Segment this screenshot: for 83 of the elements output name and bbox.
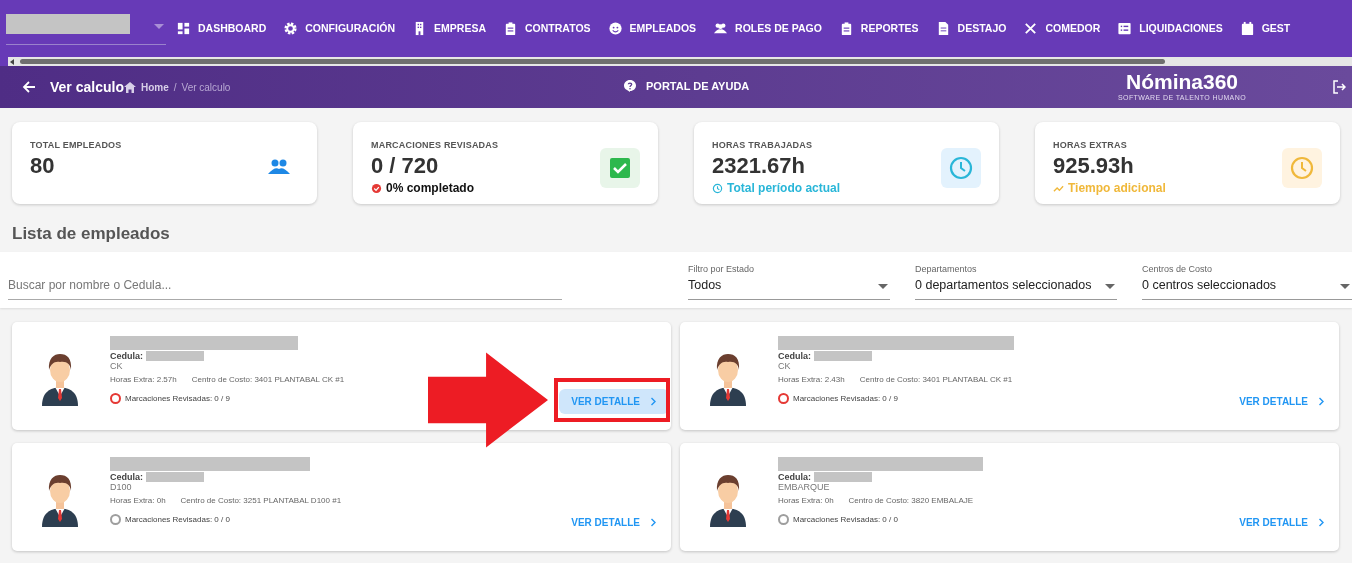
stat-label: MARCACIONES REVISADAS bbox=[371, 140, 499, 150]
overtime-text: Horas Extra: 0h bbox=[110, 496, 166, 505]
stat-label: TOTAL EMPLEADOS bbox=[30, 140, 122, 150]
breadcrumb-separator: / bbox=[173, 81, 177, 93]
help-icon bbox=[624, 80, 636, 92]
review-status-text: Marcaciones Revisadas: 0 / 9 bbox=[793, 394, 898, 403]
overtime-text: Horas Extra: 2.57h bbox=[110, 375, 177, 384]
review-status-text: Marcaciones Revisadas: 0 / 9 bbox=[125, 394, 230, 403]
nav-label: LIQUIDACIONES bbox=[1139, 22, 1223, 34]
filter-select[interactable]: Filtro por Estado Todos bbox=[688, 260, 890, 300]
filter-select[interactable]: Departamentos 0 departamentos seleccionados bbox=[915, 260, 1117, 300]
nav-label: EMPLEADOS bbox=[629, 22, 697, 34]
nav-label: CONFIGURACIÓN bbox=[305, 22, 396, 34]
nav-item[interactable]: DASHBOARD bbox=[176, 20, 267, 36]
nav-label: EMPRESA bbox=[434, 22, 487, 34]
stat-subtitle: Total período actual bbox=[727, 181, 841, 195]
department-text: EMBARQUE bbox=[778, 482, 831, 492]
chevron-right-icon bbox=[650, 518, 657, 527]
nav-label: ROLES DE PAGO bbox=[735, 22, 822, 34]
filter-select[interactable]: Centros de Costo 0 centros seleccionados bbox=[1142, 260, 1352, 300]
cross-icon bbox=[1023, 20, 1039, 36]
review-status-text: Marcaciones Revisadas: 0 / 0 bbox=[125, 515, 230, 524]
nav-item[interactable]: ROLES DE PAGO bbox=[713, 20, 822, 36]
nav-item[interactable]: CONTRATOS bbox=[503, 20, 591, 36]
calendar-icon bbox=[1239, 20, 1255, 36]
cedula-label: Cedula: bbox=[778, 472, 811, 482]
stat-label: HORAS EXTRAS bbox=[1053, 140, 1127, 150]
cost-center-text: Centro de Costo: 3251 PLANTABAL D100 #1 bbox=[180, 496, 342, 505]
nav-item[interactable]: CONFIGURACIÓN bbox=[283, 20, 396, 36]
clock-icon bbox=[1289, 155, 1315, 181]
nav-label: COMEDOR bbox=[1045, 22, 1101, 34]
gear-icon bbox=[283, 20, 299, 36]
stat-value: 80 bbox=[30, 153, 55, 179]
logout-icon[interactable] bbox=[1332, 80, 1346, 94]
nav-item[interactable]: EMPRESA bbox=[412, 20, 487, 36]
home-icon bbox=[123, 81, 136, 93]
checkbox-icon bbox=[607, 155, 633, 181]
breadcrumb-item: Ver calculo bbox=[181, 81, 231, 93]
cost-center-text: Centro de Costo: 3401 PLANTABAL CK #1 bbox=[859, 375, 1013, 384]
nav-item[interactable]: GEST bbox=[1239, 20, 1291, 36]
department-text: CK bbox=[778, 361, 792, 371]
stat-value: 2321.67h bbox=[712, 153, 805, 179]
nav-label: GEST bbox=[1261, 22, 1291, 34]
check-circle-icon bbox=[371, 182, 382, 194]
overtime-text: Horas Extra: 2.43h bbox=[778, 375, 845, 384]
list-icon bbox=[1117, 20, 1133, 36]
nav-label: REPORTES bbox=[860, 22, 919, 34]
overtime-text: Horas Extra: 0h bbox=[778, 496, 834, 505]
breadcrumb-item[interactable]: Home bbox=[140, 81, 169, 93]
nav-label: DESTAJO bbox=[957, 22, 1007, 34]
clock-icon bbox=[712, 182, 723, 194]
chevron-right-icon bbox=[1318, 397, 1325, 406]
chevron-right-icon bbox=[1318, 518, 1325, 527]
stat-label: HORAS TRABAJADAS bbox=[712, 140, 813, 150]
nav-item[interactable]: REPORTES bbox=[838, 20, 919, 36]
smiley-icon bbox=[607, 20, 623, 36]
company-select[interactable] bbox=[6, 11, 166, 45]
cedula-label: Cedula: bbox=[110, 351, 143, 361]
search-field[interactable]: Buscar por nombre o Cedula... bbox=[8, 271, 562, 300]
stat-subtitle: 0% completado bbox=[386, 181, 475, 195]
stat-subtitle: Tiempo adicional bbox=[1068, 181, 1166, 195]
dashboard-icon bbox=[176, 20, 191, 36]
cost-center-text: Centro de Costo: 3401 PLANTABAL CK #1 bbox=[191, 375, 345, 384]
review-status-text: Marcaciones Revisadas: 0 / 0 bbox=[793, 515, 898, 524]
nav-label: CONTRATOS bbox=[525, 22, 591, 34]
help-link[interactable]: PORTAL DE AYUDA bbox=[624, 80, 750, 92]
department-text: D100 bbox=[110, 482, 133, 492]
nav-item[interactable]: EMPLEADOS bbox=[607, 20, 697, 36]
chevron-right-icon bbox=[650, 397, 657, 406]
nav-item[interactable]: COMEDOR bbox=[1023, 20, 1101, 36]
nav-label: DASHBOARD bbox=[198, 22, 267, 34]
clock-icon bbox=[948, 155, 974, 181]
nav-item[interactable]: LIQUIDACIONES bbox=[1117, 20, 1223, 36]
nav-item[interactable]: DESTAJO bbox=[935, 20, 1007, 36]
section-title: Lista de empleados bbox=[11, 223, 171, 245]
back-arrow-icon[interactable] bbox=[22, 80, 36, 94]
page-title: Ver calculo bbox=[50, 79, 124, 95]
stat-value: 0 / 720 bbox=[371, 153, 439, 179]
stat-value: 925.93h bbox=[1053, 153, 1134, 179]
cedula-label: Cedula: bbox=[778, 351, 811, 361]
cost-center-text: Centro de Costo: 3820 EMBALAJE bbox=[848, 496, 974, 505]
cedula-label: Cedula: bbox=[110, 472, 143, 482]
department-text: CK bbox=[110, 361, 124, 371]
